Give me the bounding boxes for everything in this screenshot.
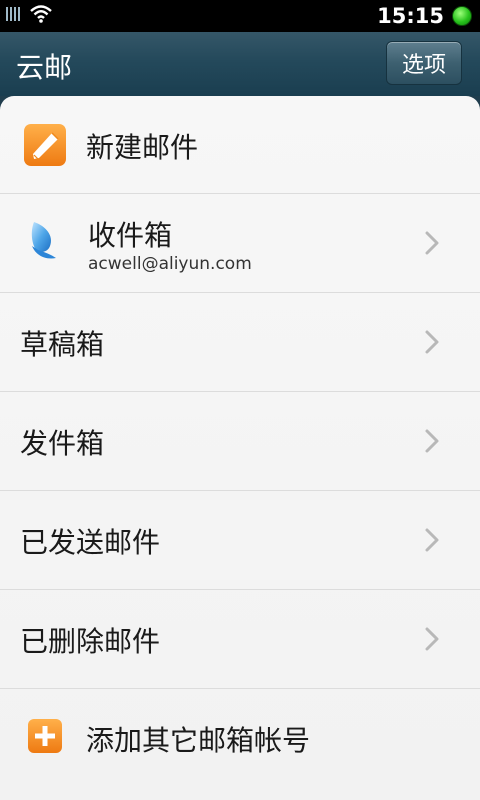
chevron-right-icon [425, 429, 439, 453]
deleted-item[interactable]: 已删除邮件 [0, 590, 480, 689]
deleted-label: 已删除邮件 [20, 625, 161, 658]
chevron-right-icon [425, 627, 439, 651]
outbox-label: 发件箱 [20, 427, 105, 460]
inbox-item[interactable]: 收件箱 acwell@aliyun.com [0, 194, 480, 293]
chevron-right-icon [425, 528, 439, 552]
chevron-right-icon [425, 231, 439, 255]
new-mail-item[interactable]: 新建邮件 [0, 96, 480, 194]
signal-icon [6, 4, 22, 28]
add-account-item[interactable]: 添加其它邮箱帐号 [0, 689, 480, 800]
mail-menu: 新建邮件 收件箱 acwell@aliyun.com 草稿箱 发件箱 已发送邮件… [0, 96, 480, 800]
butterfly-icon [26, 220, 62, 266]
chevron-right-icon [425, 330, 439, 354]
add-account-label: 添加其它邮箱帐号 [86, 724, 311, 757]
new-mail-label: 新建邮件 [86, 131, 199, 164]
drafts-label: 草稿箱 [20, 328, 105, 361]
pencil-icon [24, 124, 66, 170]
app-title: 云邮 [16, 51, 73, 84]
status-bar: 15:15 [0, 0, 480, 32]
inbox-account: acwell@aliyun.com [88, 254, 252, 274]
options-button[interactable]: 选项 [386, 41, 462, 85]
outbox-item[interactable]: 发件箱 [0, 392, 480, 491]
inbox-label: 收件箱 [88, 219, 173, 252]
title-bar: 云邮 选项 [0, 32, 480, 96]
status-dot-icon [452, 6, 472, 26]
sent-label: 已发送邮件 [20, 526, 161, 559]
sent-item[interactable]: 已发送邮件 [0, 491, 480, 590]
wifi-icon [30, 4, 52, 28]
plus-icon [28, 719, 62, 757]
clock: 15:15 [377, 4, 444, 28]
drafts-item[interactable]: 草稿箱 [0, 293, 480, 392]
